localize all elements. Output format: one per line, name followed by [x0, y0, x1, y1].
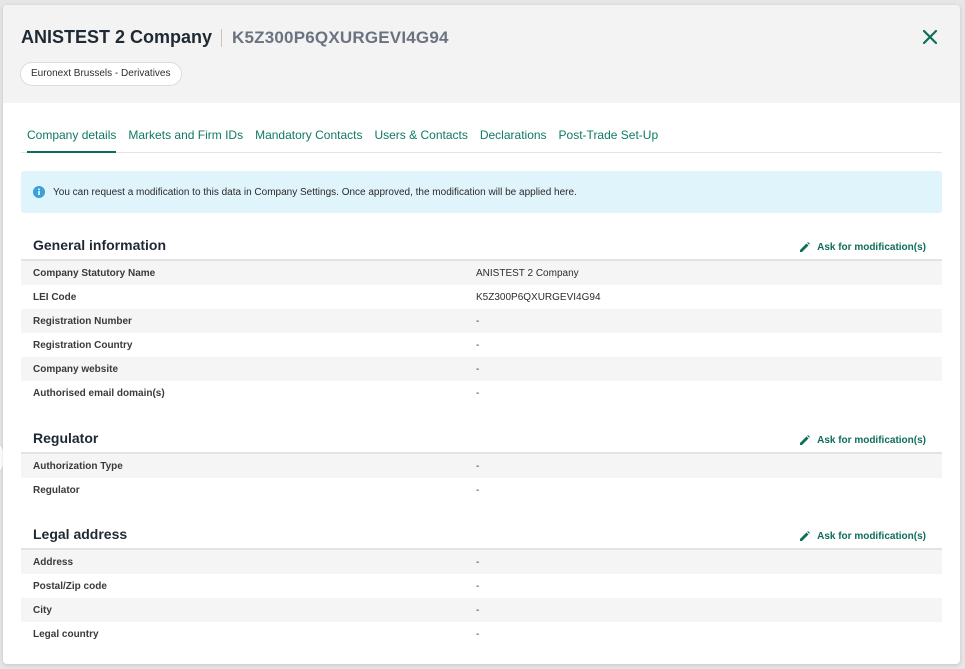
table-row: Registration Country -	[21, 333, 942, 357]
row-value: -	[476, 484, 480, 496]
row-label: Company website	[33, 363, 119, 375]
table-row: Address -	[21, 550, 942, 574]
ask-modification-label: Ask for modification(s)	[817, 435, 926, 446]
section-legal-address: Legal address Ask for modification(s) Ad…	[21, 522, 942, 646]
info-banner-text: You can request a modification to this d…	[53, 186, 577, 198]
section-title: Legal address	[33, 526, 128, 542]
table-row: Legal country -	[21, 622, 942, 646]
row-label: Registration Number	[33, 315, 132, 327]
row-value: -	[476, 604, 480, 616]
row-value: -	[476, 339, 480, 351]
row-label: Legal country	[33, 628, 99, 640]
section-general-information: General information Ask for modification…	[21, 233, 942, 405]
lei-code-title: K5Z300P6QXURGEVI4G94	[232, 27, 449, 47]
row-value: ANISTEST 2 Company	[476, 267, 579, 279]
section-header: Regulator Ask for modification(s)	[21, 426, 942, 454]
section-title: General information	[33, 237, 167, 253]
ask-modification-label: Ask for modification(s)	[817, 531, 926, 542]
row-label: Postal/Zip code	[33, 580, 107, 592]
table-row: Postal/Zip code -	[21, 574, 942, 598]
section-regulator: Regulator Ask for modification(s) Author…	[21, 426, 942, 502]
regulator-table: Authorization Type - Regulator -	[21, 454, 942, 502]
market-chip: Euronext Brussels - Derivatives	[20, 62, 182, 86]
company-name-title: ANISTEST 2 Company	[21, 27, 213, 47]
table-row: Registration Number -	[21, 309, 942, 333]
tab-post-trade-setup[interactable]: Post-Trade Set-Up	[559, 125, 659, 153]
info-banner: You can request a modification to this d…	[21, 171, 942, 213]
row-value: -	[476, 580, 480, 592]
row-label: Company Statutory Name	[33, 267, 156, 279]
table-row: Authorization Type -	[21, 454, 942, 478]
pencil-icon	[800, 531, 811, 541]
row-label: City	[33, 604, 52, 616]
row-label: Regulator	[33, 484, 80, 496]
table-row: Authorised email domain(s) -	[21, 381, 942, 405]
title-divider	[221, 28, 223, 47]
table-row: Company website -	[21, 357, 942, 381]
pencil-icon	[800, 435, 811, 445]
ask-modification-general-button[interactable]: Ask for modification(s)	[799, 242, 926, 253]
close-icon[interactable]	[920, 27, 940, 47]
row-value: -	[476, 460, 480, 472]
modal-title-row: ANISTEST 2 Company K5Z300P6QXURGEVI4G94	[21, 27, 449, 48]
row-value: -	[476, 315, 480, 327]
row-label: Authorization Type	[33, 460, 123, 472]
section-header: Legal address Ask for modification(s)	[21, 522, 942, 550]
row-value: -	[476, 363, 480, 375]
row-value: -	[476, 387, 480, 399]
tab-bar: Company details Markets and Firm IDs Man…	[21, 125, 942, 153]
modal-header: ANISTEST 2 Company K5Z300P6QXURGEVI4G94 …	[3, 5, 960, 103]
table-row: City -	[21, 598, 942, 622]
section-header: General information Ask for modification…	[21, 233, 942, 261]
tab-declarations[interactable]: Declarations	[480, 125, 547, 153]
ask-modification-legal-button[interactable]: Ask for modification(s)	[799, 531, 926, 542]
legal-address-table: Address - Postal/Zip code - City - Legal…	[21, 550, 942, 646]
row-label: Address	[33, 556, 74, 568]
pencil-icon	[800, 242, 811, 252]
table-row: LEI Code K5Z300P6QXURGEVI4G94	[21, 285, 942, 309]
tab-mandatory-contacts[interactable]: Mandatory Contacts	[255, 125, 362, 153]
row-label: LEI Code	[33, 291, 77, 303]
info-icon	[33, 186, 45, 198]
row-value: -	[476, 628, 480, 640]
tab-users-contacts[interactable]: Users & Contacts	[374, 125, 467, 153]
table-row: Company Statutory Name ANISTEST 2 Compan…	[21, 261, 942, 285]
company-details-modal: ANISTEST 2 Company K5Z300P6QXURGEVI4G94 …	[3, 5, 960, 664]
row-label: Registration Country	[33, 339, 133, 351]
ask-modification-regulator-button[interactable]: Ask for modification(s)	[799, 435, 926, 446]
tab-markets-and-firm-ids[interactable]: Markets and Firm IDs	[128, 125, 243, 153]
ask-modification-label: Ask for modification(s)	[817, 242, 926, 253]
tab-company-details[interactable]: Company details	[27, 125, 117, 153]
row-value: K5Z300P6QXURGEVI4G94	[476, 291, 601, 303]
table-row: Regulator -	[21, 478, 942, 502]
row-label: Authorised email domain(s)	[33, 387, 165, 399]
section-title: Regulator	[33, 430, 99, 446]
general-info-table: Company Statutory Name ANISTEST 2 Compan…	[21, 261, 942, 405]
row-value: -	[476, 556, 480, 568]
